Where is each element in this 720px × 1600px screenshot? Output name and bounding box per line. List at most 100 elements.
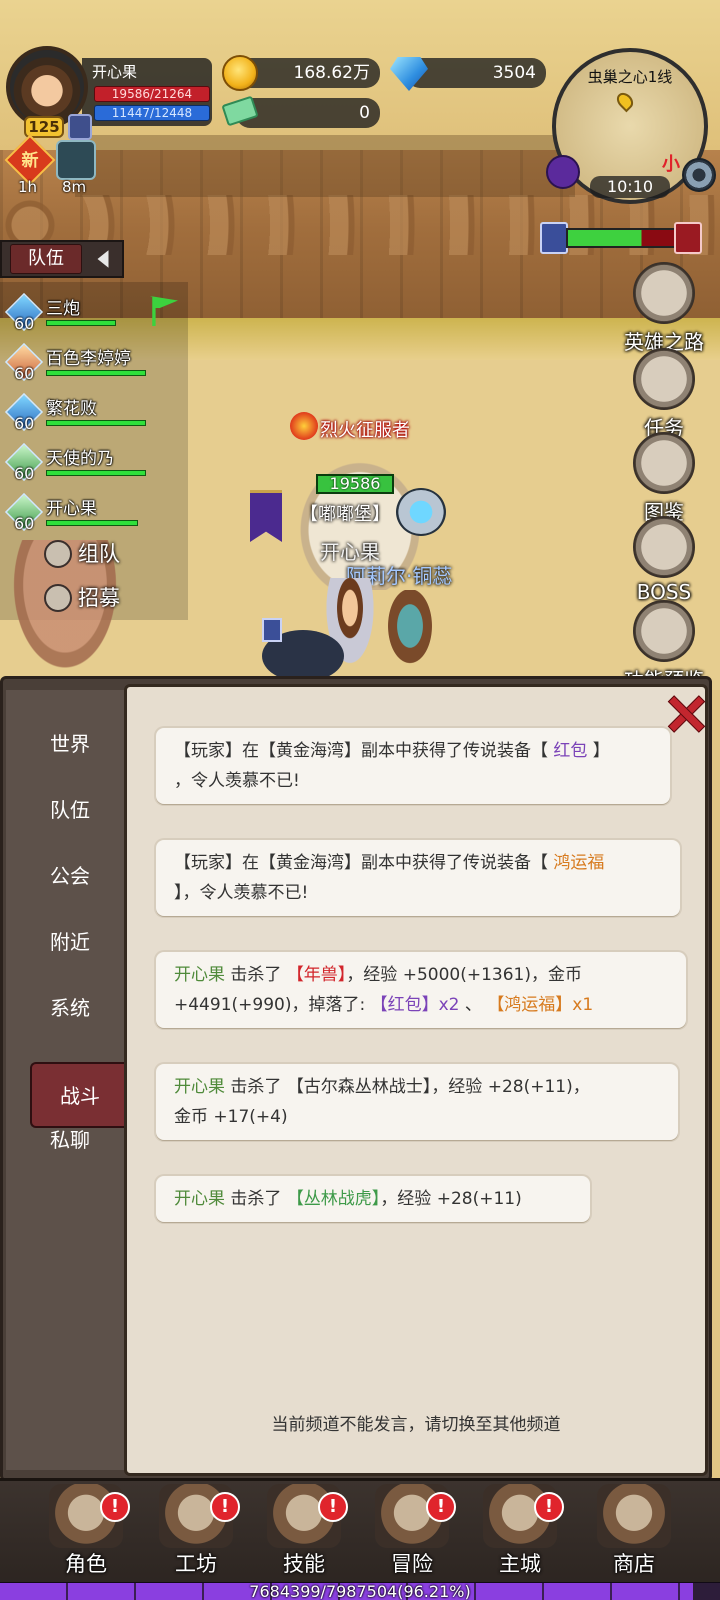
member-name: 开心果 (46, 499, 97, 519)
team-tab[interactable]: 队伍 (10, 244, 82, 274)
form-team-button[interactable]: 组队 (78, 538, 120, 568)
msg-text: 【玩家】在【黄金海湾】副本中获得了传说装备【 (174, 741, 554, 761)
team-member[interactable]: 60 天使的乃 (4, 442, 181, 486)
nav-adventure[interactable]: ! 冒险 (360, 1484, 464, 1584)
alliance-faction-icon (540, 222, 568, 254)
msg-text: 【玩家】在【黄金海湾】副本中获得了传说装备【 (174, 853, 554, 873)
team-member[interactable]: 60 三炮 (4, 292, 181, 336)
alert-icon: ! (210, 1492, 240, 1522)
member-hp-bar (46, 370, 146, 376)
diamond-amount: 3504 (406, 58, 546, 88)
buff-icon[interactable] (56, 140, 96, 180)
alert-icon: ! (318, 1492, 348, 1522)
guild-shield-icon (396, 488, 446, 536)
nav-label: 商店 (613, 1552, 655, 1576)
msg-text: 】 (587, 741, 610, 761)
team-member[interactable]: 60 百色李婷婷 (4, 342, 181, 386)
member-name: 天使的乃 (46, 449, 114, 469)
item-link[interactable]: 鸿运福 (553, 853, 604, 873)
msg-text: 击杀了 (225, 965, 287, 985)
exp-bar: 7684399/7987504(96.21%) (0, 1582, 720, 1600)
boss-skull-icon (633, 516, 695, 578)
title-flame-icon (290, 412, 318, 440)
alert-icon: ! (534, 1492, 564, 1522)
member-hp-bar (46, 520, 138, 526)
member-hp-bar (46, 420, 146, 426)
tab-world[interactable]: 世界 (20, 716, 120, 772)
team-member[interactable]: 60 繁花败 (4, 392, 181, 436)
nav-character[interactable]: ! 角色 (34, 1484, 138, 1584)
player-hp-bar: 19586/21264 (94, 86, 210, 102)
player-title: 烈火征服者 (320, 420, 410, 441)
msg-text: 击杀了 (225, 1077, 287, 1097)
shop-stall-icon (597, 1484, 671, 1548)
nav-label: 角色 (65, 1552, 107, 1576)
tab-team[interactable]: 队伍 (20, 782, 120, 838)
msg-text: 击杀了 (225, 1189, 287, 1209)
player-name: 开心果 (92, 63, 138, 81)
team-member[interactable]: 60 开心果 (4, 492, 181, 536)
chat-message: 开心果 击杀了 【年兽】，经验 +5000(+1361)，金币 +4491(+9… (156, 952, 686, 1028)
msg-player[interactable]: 开心果 (174, 1077, 225, 1097)
member-level: 60 (14, 414, 35, 433)
buff-timer: 8m (62, 178, 87, 196)
msg-text: ，令人羡慕不已! (174, 771, 300, 791)
nav-main-city[interactable]: ! 主城 (468, 1484, 572, 1584)
member-level: 60 (14, 364, 35, 383)
nav-skills[interactable]: ! 技能 (252, 1484, 356, 1584)
minimap-size-toggle[interactable]: 小 (662, 150, 680, 176)
boss-button[interactable]: BOSS (612, 516, 716, 604)
pvp-mode-icon[interactable] (546, 155, 580, 189)
item-link[interactable]: 【红包】x2 (371, 995, 460, 1015)
quest-button[interactable]: 任务 (612, 348, 716, 441)
tab-system[interactable]: 系统 (20, 980, 120, 1036)
guild-emblem-icon (68, 114, 92, 140)
msg-target: 【丛林战虎】 (286, 1189, 381, 1209)
member-name: 三炮 (46, 299, 80, 319)
member-name: 繁花败 (46, 399, 97, 419)
member-level: 60 (14, 314, 35, 333)
tab-private[interactable]: 私聊 (20, 1112, 120, 1168)
msg-text: ，经验 +28(+11)， (431, 1077, 590, 1097)
chat-message: 开心果 击杀了 【古尔森丛林战士】，经验 +28(+11)， 金币 +17(+4… (156, 1064, 678, 1140)
hero-road-button[interactable]: 英雄之路 (612, 262, 716, 355)
item-link[interactable]: 【鸿运福】x1 (487, 995, 593, 1015)
gear-icon[interactable] (682, 158, 716, 192)
nav-shop[interactable]: 商店 (582, 1484, 686, 1584)
msg-text: ，经验 +28(+11) (380, 1189, 522, 1209)
tab-nearby[interactable]: 附近 (20, 914, 120, 970)
close-icon[interactable] (666, 694, 704, 732)
exp-text: 7684399/7987504(96.21%) (249, 1582, 471, 1600)
hero-road-icon (633, 262, 695, 324)
companion-character[interactable] (378, 590, 442, 680)
item-link[interactable]: 红包 (553, 741, 587, 761)
chat-message: 开心果 击杀了 【丛林战虎】，经验 +28(+11) (156, 1176, 590, 1222)
shadow-strip (75, 135, 575, 197)
nav-label: 技能 (283, 1552, 325, 1576)
codex-button[interactable]: 图鉴 (612, 432, 716, 525)
game-clock: 10:10 (590, 176, 670, 198)
nav-workshop[interactable]: ! 工坊 (144, 1484, 248, 1584)
book-icon (633, 432, 695, 494)
alert-icon: ! (100, 1492, 130, 1522)
scroll-icon (633, 600, 695, 662)
new-event-label: 新 (21, 151, 39, 171)
gold-coin-icon (222, 55, 258, 91)
recruit-button[interactable]: 招募 (78, 582, 120, 612)
msg-text: +4491(+990)，掉落了: (174, 995, 371, 1015)
msg-text: 、 (459, 995, 488, 1015)
alert-icon: ! (426, 1492, 456, 1522)
chat-message: 【玩家】在【黄金海湾】副本中获得了传说装备【 鸿运福 】，令人羡慕不已! (156, 840, 680, 916)
form-team-icon (44, 540, 72, 568)
tab-guild[interactable]: 公会 (20, 848, 120, 904)
msg-target: 【古尔森丛林战士】 (286, 1077, 432, 1097)
member-level: 60 (14, 464, 35, 483)
nav-label: 冒险 (391, 1552, 433, 1576)
msg-text: 金币 +17(+4) (174, 1107, 288, 1127)
msg-text: ，经验 +5000(+1361)，金币 (346, 965, 582, 985)
nav-label: 主城 (499, 1552, 541, 1576)
msg-player[interactable]: 开心果 (174, 965, 225, 985)
player-overhead-hp: 19586 (316, 474, 394, 494)
msg-player[interactable]: 开心果 (174, 1189, 225, 1209)
nav-label: 工坊 (175, 1552, 217, 1576)
